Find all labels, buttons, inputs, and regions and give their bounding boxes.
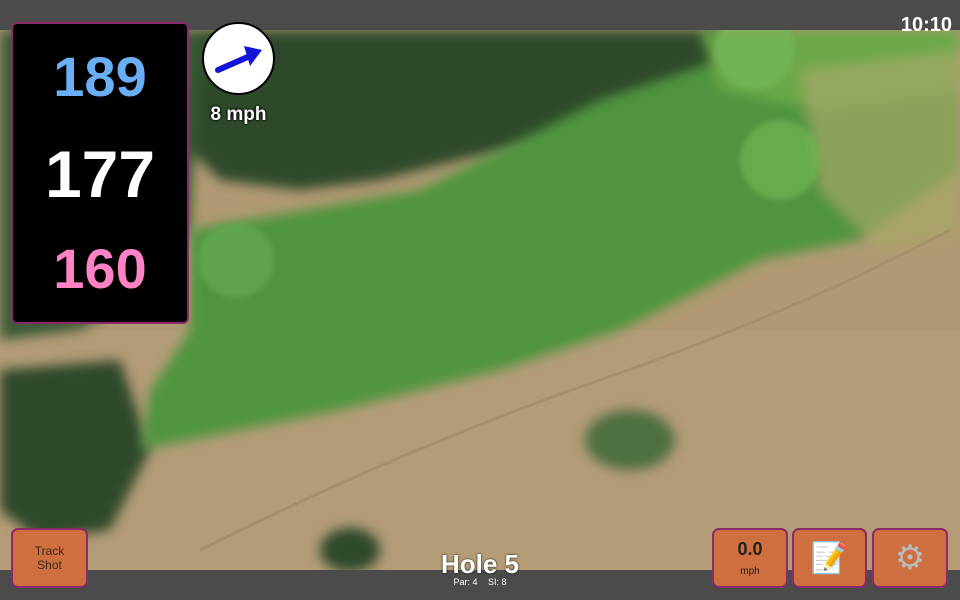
distance-front: 160 xyxy=(53,237,147,300)
settings-button[interactable]: ⚙ xyxy=(872,528,948,588)
distance-panel: 189 177 160 xyxy=(11,22,189,324)
gear-icon: ⚙ xyxy=(894,539,926,577)
speed-button[interactable]: 0.0 mph xyxy=(712,528,788,588)
hole-title: Hole 5 xyxy=(440,549,520,579)
hole-stroke-index: SI: 8 xyxy=(488,577,507,587)
wind-indicator xyxy=(202,22,275,95)
wind-speed: 8 mph xyxy=(210,104,267,125)
speed-value: 0.0 xyxy=(737,539,763,559)
hole-par: Par: 4 xyxy=(453,577,478,587)
green xyxy=(740,120,820,200)
track-shot-button[interactable]: Track Shot xyxy=(11,528,88,588)
hole-info: Par: 4 SI: 8 xyxy=(380,577,580,587)
wind-direction-arrow-icon xyxy=(215,46,262,73)
notepad-icon: 📝 xyxy=(810,541,849,575)
notes-button[interactable]: 📝 xyxy=(792,528,867,588)
distance-back: 189 xyxy=(53,45,147,108)
track-shot-label: Track Shot xyxy=(34,544,65,572)
tee-box xyxy=(198,222,274,298)
clock: 10:10 xyxy=(900,14,952,36)
distance-middle: 177 xyxy=(44,137,156,211)
speed-unit: mph xyxy=(740,566,760,577)
